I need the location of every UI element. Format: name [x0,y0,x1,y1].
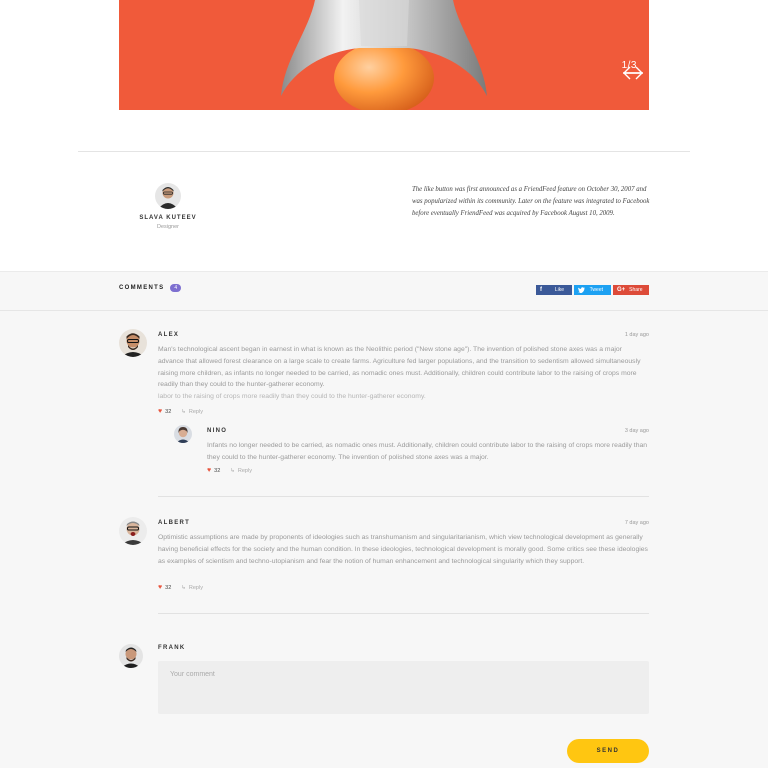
heart-icon: ♥ [158,584,163,591]
facebook-icon: f [540,287,542,293]
google-plus-share-button[interactable]: G+ Share [613,285,649,295]
comment-actions: ♥ 32 ↳ Reply [158,408,203,415]
comment-date: 1 day ago [624,332,649,338]
reply-button[interactable]: ↳ Reply [230,468,252,474]
hero-image [281,0,487,110]
reply-button[interactable]: ↳ Reply [181,409,203,415]
author-card: SLAVA KUTEEV Designer [120,183,216,230]
reply-icon: ↳ [230,467,235,474]
slider-nav: 1/3 [622,60,643,80]
commenter-name: NINO [207,428,228,434]
comment-separator [158,613,649,614]
comments-header: COMMENTS 4 [119,284,182,292]
arrow-right-icon[interactable] [622,66,644,80]
current-user-avatar[interactable] [119,644,143,668]
comments-count-badge: 4 [170,284,182,292]
comment-overflow-text: labor to the raising of crops more readi… [158,393,426,401]
comment-date: 3 day ago [624,428,649,434]
comment-item-reply: NINO 3 day ago Infants no longer needed … [174,425,649,480]
commenter-avatar[interactable] [119,329,147,357]
author-quote: The like button was first announced as a… [412,186,650,217]
reply-label: Reply [237,467,252,474]
page: 1/3 SLAVA KUTEEV Designer The like butto… [0,0,768,768]
like-button[interactable]: ♥ 32 [207,467,220,474]
reply-label: Reply [188,408,203,415]
comment-actions: ♥ 32 ↳ Reply [207,467,252,474]
author-name: SLAVA KUTEEV [139,215,197,221]
comment-item: ALBERT 7 day ago Optimistic assumptions … [119,517,649,597]
twitter-icon [578,287,585,293]
author-avatar[interactable] [155,183,181,209]
author-role: Designer [156,224,179,230]
commenter-name: ALEX [158,332,180,338]
twitter-tweet-button[interactable]: Tweet [574,285,611,295]
facebook-like-label: Like [554,287,564,293]
commenter-avatar[interactable] [174,425,192,443]
google-plus-icon: G+ [617,287,626,293]
reply-icon: ↳ [181,584,186,591]
like-count: 32 [214,467,221,474]
heart-icon: ♥ [207,467,212,474]
comment-text: Infants no longer needed to be carried, … [207,442,648,461]
comment-date: 7 day ago [624,520,649,526]
like-count: 32 [165,408,172,415]
like-button[interactable]: ♥ 32 [158,408,171,415]
comment-text: Man's technological ascent began in earn… [158,344,649,403]
send-button[interactable]: SEND [567,739,649,763]
comment-item: ALEX 1 day ago Man's technological ascen… [119,329,649,419]
comments-title: COMMENTS [119,285,165,291]
comments-section: COMMENTS 4 f Like Tweet G+ Share ALEX 1 … [0,271,768,768]
comment-text: Optimistic assumptions are made by propo… [158,534,648,565]
reply-label: Reply [188,584,203,591]
comment-input[interactable] [158,661,649,714]
like-count: 32 [165,584,172,591]
reply-icon: ↳ [181,408,186,415]
comment-separator [158,496,649,497]
facebook-like-button[interactable]: f Like [536,285,572,295]
hero-slider: 1/3 [119,0,649,110]
like-button[interactable]: ♥ 32 [158,584,171,591]
commenter-avatar[interactable] [119,517,147,545]
divider [0,310,768,311]
twitter-tweet-label: Tweet [589,287,603,293]
reply-button[interactable]: ↳ Reply [181,585,203,591]
divider [78,151,690,152]
google-plus-share-label: Share [629,287,643,293]
current-user-name: FRANK [158,645,186,651]
commenter-name: ALBERT [158,520,191,526]
comment-body: Man's technological ascent began in earn… [158,346,641,389]
heart-icon: ♥ [158,408,163,415]
comment-actions: ♥ 32 ↳ Reply [158,584,203,591]
